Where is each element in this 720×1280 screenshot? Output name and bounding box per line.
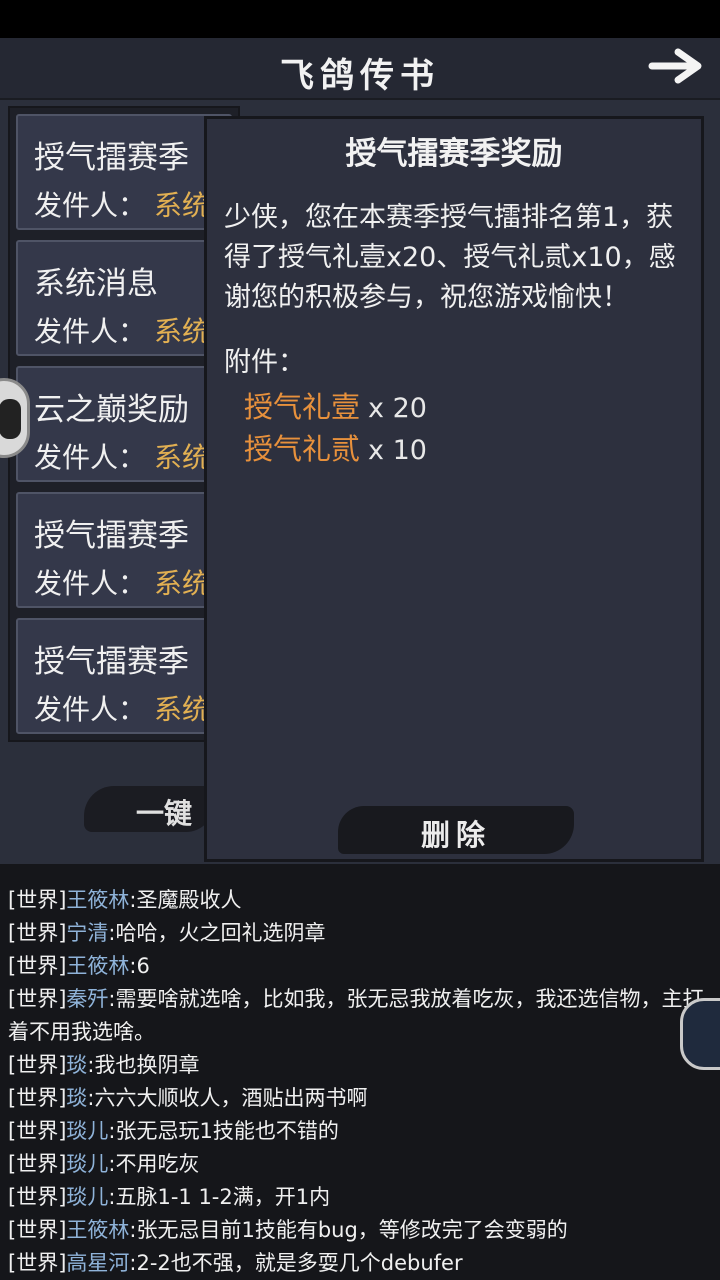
chat-line: [世界]琰儿:不用吃灰 — [8, 1148, 708, 1181]
chat-channel: [世界] — [8, 1119, 67, 1143]
avatar-badge-icon[interactable] — [0, 378, 30, 458]
chat-channel: [世界] — [8, 921, 67, 945]
chat-message: :五脉1-1 1-2满，开1内 — [108, 1185, 331, 1209]
mail-sender-label: 发件人： — [34, 693, 147, 726]
mail-detail-body: 少侠，您在本赛季授气擂排名第1，获得了授气礼壹x20、授气礼贰x10，感谢您的积… — [224, 202, 676, 313]
chat-channel: [世界] — [8, 1053, 67, 1077]
mail-sender-label: 发件人： — [34, 441, 147, 474]
chat-message: :需要啥就选啥，比如我，张无忌我放着吃灰，我还选信物，主打着不用我选啥。 — [8, 987, 704, 1044]
mail-sender-name: 系统 — [154, 441, 211, 474]
chat-toggle-icon[interactable] — [680, 998, 720, 1070]
chat-channel: [世界] — [8, 987, 67, 1011]
chat-channel: [世界] — [8, 954, 67, 978]
mail-sender-name: 系统 — [154, 693, 211, 726]
mail-item[interactable]: 授气擂赛季 发件人： 系统 — [16, 114, 232, 230]
chat-message: :哈哈，火之回礼选阴章 — [108, 921, 326, 945]
mail-item[interactable]: 授气擂赛季 发件人： 系统 — [16, 618, 232, 734]
chat-channel: [世界] — [8, 1086, 67, 1110]
attachment-item: 授气礼贰 x 10 — [244, 426, 427, 468]
chat-sender[interactable]: 琰儿 — [66, 1152, 108, 1176]
mail-sender-label: 发件人： — [34, 567, 147, 600]
chat-message: :张无忌目前1技能有bug，等修改完了会变弱的 — [129, 1218, 568, 1242]
mail-sender-name: 系统 — [154, 189, 211, 222]
chat-channel: [世界] — [8, 1251, 67, 1275]
clear-all-label: 一键 — [136, 797, 193, 830]
attachment-item: 授气礼壹 x 20 — [244, 384, 427, 426]
chat-message: :圣魔殿收人 — [129, 888, 242, 912]
chat-line: [世界]琰:我也换阴章 — [8, 1049, 708, 1082]
status-bar — [0, 0, 720, 38]
chat-line: [世界]秦歼:需要啥就选啥，比如我，张无忌我放着吃灰，我还选信物，主打着不用我选… — [8, 983, 708, 1049]
mail-sender-label: 发件人： — [34, 315, 147, 348]
chat-sender[interactable]: 琰儿 — [66, 1119, 108, 1143]
mail-subject: 授气擂赛季 — [34, 644, 189, 680]
attachment-name: 授气礼贰 — [244, 432, 361, 466]
chat-sender[interactable]: 宁清 — [66, 921, 108, 945]
chat-sender[interactable]: 秦歼 — [66, 987, 108, 1011]
chat-sender[interactable]: 王筱林 — [66, 888, 129, 912]
chat-line: [世界]宁清:哈哈，火之回礼选阴章 — [8, 917, 708, 950]
clear-all-button[interactable]: 一键 — [84, 786, 214, 832]
chat-message: :我也换阴章 — [87, 1053, 200, 1077]
chat-line: [世界]高星河:2-2也不强，就是多耍几个debufer — [8, 1247, 708, 1280]
mail-subject: 云之巅奖励 — [34, 392, 189, 428]
delete-label: 删除 — [420, 818, 491, 852]
chat-sender[interactable]: 琰 — [66, 1086, 87, 1110]
chat-line: [世界]王筱林:圣魔殿收人 — [8, 884, 708, 917]
mail-detail-title: 授气擂赛季奖励 — [345, 136, 563, 172]
chat-sender[interactable]: 琰 — [66, 1053, 87, 1077]
mail-sender-name: 系统 — [154, 315, 211, 348]
chat-message: :不用吃灰 — [108, 1152, 200, 1176]
mail-item[interactable]: 云之巅奖励 发件人： 系统 — [16, 366, 232, 482]
chat-line: [世界]琰儿:张无忌玩1技能也不错的 — [8, 1115, 708, 1148]
avatar-badge-inner — [0, 399, 21, 439]
attachments-label: 附件： — [224, 347, 305, 378]
attachment-name: 授气礼壹 — [244, 390, 361, 424]
delete-button[interactable]: 删除 — [338, 806, 574, 854]
chat-line: [世界]琰儿:五脉1-1 1-2满，开1内 — [8, 1181, 708, 1214]
chat-line: [世界]王筱林:张无忌目前1技能有bug，等修改完了会变弱的 — [8, 1214, 708, 1247]
chat-message: :2-2也不强，就是多耍几个debufer — [129, 1251, 463, 1275]
mail-sender-name: 系统 — [154, 567, 211, 600]
chat-line: [世界]琰:六六大顺收人，酒贴出两书啊 — [8, 1082, 708, 1115]
back-arrow-icon[interactable] — [648, 46, 706, 86]
mail-item[interactable]: 系统消息 发件人： 系统 — [16, 240, 232, 356]
chat-area[interactable]: [世界]王筱林:圣魔殿收人 [世界]宁清:哈哈，火之回礼选阴章 [世界]王筱林:… — [0, 864, 720, 1280]
chat-sender[interactable]: 王筱林 — [66, 1218, 129, 1242]
attachment-qty: x 10 — [368, 435, 427, 466]
chat-channel: [世界] — [8, 1152, 67, 1176]
chat-channel: [世界] — [8, 1185, 67, 1209]
mail-sender-label: 发件人： — [34, 189, 147, 222]
chat-message: :6 — [129, 954, 150, 978]
mail-subject: 授气擂赛季 — [34, 140, 189, 176]
chat-message: :六六大顺收人，酒贴出两书啊 — [87, 1086, 368, 1110]
chat-line: [世界]王筱林:6 — [8, 950, 708, 983]
window-title: 飞鸽传书 — [280, 56, 440, 96]
mail-item[interactable]: 授气擂赛季 发件人： 系统 — [16, 492, 232, 608]
chat-sender[interactable]: 琰儿 — [66, 1185, 108, 1209]
attachment-qty: x 20 — [368, 393, 427, 424]
chat-channel: [世界] — [8, 888, 67, 912]
chat-message: :张无忌玩1技能也不错的 — [108, 1119, 339, 1143]
mail-subject: 系统消息 — [34, 266, 158, 302]
chat-sender[interactable]: 王筱林 — [66, 954, 129, 978]
chat-channel: [世界] — [8, 1218, 67, 1242]
mail-subject: 授气擂赛季 — [34, 518, 189, 554]
chat-sender[interactable]: 高星河 — [66, 1251, 129, 1275]
